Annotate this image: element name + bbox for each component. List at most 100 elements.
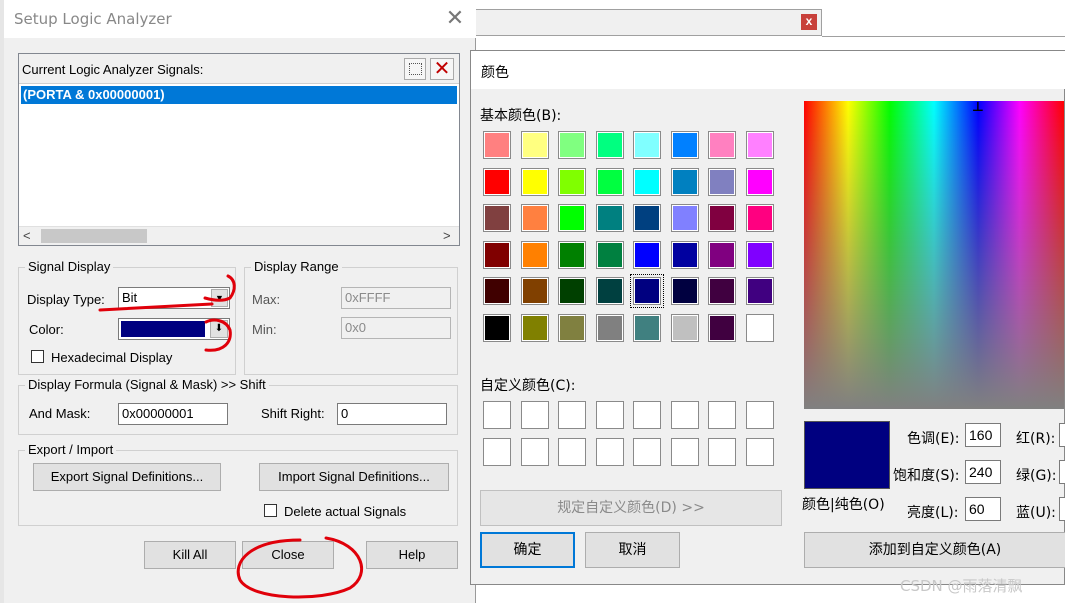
setup-close-icon[interactable]: ✕	[444, 7, 466, 30]
color-picker-field[interactable]: ⬇	[118, 318, 230, 340]
basic-color-swatch[interactable]	[745, 313, 774, 342]
import-signals-button[interactable]: Import Signal Definitions...	[259, 463, 449, 491]
and-mask-field[interactable]: 0x00000001	[118, 403, 228, 425]
basic-color-swatch[interactable]	[558, 131, 586, 159]
basic-color-swatch[interactable]	[595, 277, 624, 305]
add-to-custom-colors-button[interactable]: 添加到自定义颜色(A)	[804, 532, 1065, 568]
basic-color-swatch[interactable]	[745, 131, 774, 159]
custom-color-swatch[interactable]	[520, 438, 549, 466]
basic-color-swatch[interactable]	[483, 167, 511, 196]
basic-color-swatch[interactable]	[520, 131, 549, 159]
custom-color-swatch[interactable]	[595, 401, 624, 429]
custom-color-swatch[interactable]	[483, 401, 511, 429]
signal-list-item[interactable]: (PORTA & 0x00000001)	[21, 86, 457, 104]
basic-color-swatch[interactable]	[745, 204, 774, 232]
basic-color-swatch[interactable]	[483, 313, 511, 342]
basic-color-swatch[interactable]	[520, 313, 549, 342]
custom-color-swatch[interactable]	[708, 438, 736, 466]
delete-signals-checkbox[interactable]	[264, 504, 277, 517]
basic-color-swatch[interactable]	[595, 204, 624, 232]
basic-color-swatch[interactable]	[745, 277, 774, 305]
blue-field[interactable]	[1059, 497, 1065, 521]
scrollbar-thumb[interactable]	[41, 229, 147, 243]
custom-color-swatch[interactable]	[745, 401, 774, 429]
basic-color-swatch[interactable]	[558, 277, 586, 305]
custom-color-swatch[interactable]	[595, 438, 624, 466]
kill-all-button[interactable]: Kill All	[144, 541, 236, 569]
color-dropdown-icon[interactable]: ⬇	[210, 320, 228, 338]
basic-color-swatch[interactable]	[558, 313, 586, 342]
hue-field[interactable]: 160	[965, 423, 1001, 447]
define-custom-colors-button[interactable]: 规定自定义颜色(D) >>	[480, 490, 782, 526]
basic-color-swatch[interactable]	[520, 167, 549, 196]
custom-color-swatch[interactable]	[483, 438, 511, 466]
basic-color-swatch[interactable]	[708, 277, 736, 305]
basic-color-swatch[interactable]	[520, 204, 549, 232]
basic-color-swatch[interactable]	[558, 240, 586, 269]
basic-color-swatch[interactable]	[595, 240, 624, 269]
display-type-select[interactable]: Bit ▼	[118, 287, 230, 309]
help-button[interactable]: Help	[366, 541, 458, 569]
ok-button[interactable]: 确定	[480, 532, 575, 568]
basic-color-swatch[interactable]	[708, 131, 736, 159]
basic-color-swatch[interactable]	[670, 204, 699, 232]
export-signals-button[interactable]: Export Signal Definitions...	[33, 463, 221, 491]
custom-color-swatch[interactable]	[558, 401, 586, 429]
custom-color-swatch[interactable]	[670, 438, 699, 466]
basic-color-swatch[interactable]	[745, 167, 774, 196]
basic-color-swatch[interactable]	[595, 167, 624, 196]
basic-color-swatch[interactable]	[520, 277, 549, 305]
background-window-close-button[interactable]: x	[801, 14, 817, 30]
basic-color-swatch[interactable]	[595, 131, 624, 159]
basic-color-swatch[interactable]	[745, 240, 774, 269]
basic-color-swatch[interactable]	[670, 313, 699, 342]
color-spectrum[interactable]	[804, 101, 1064, 409]
basic-color-swatch[interactable]	[483, 204, 511, 232]
custom-color-swatch[interactable]	[633, 438, 661, 466]
basic-color-swatch[interactable]	[483, 131, 511, 159]
basic-color-swatch[interactable]	[633, 313, 661, 342]
scroll-left-icon[interactable]: <	[23, 228, 31, 243]
delete-signal-icon[interactable]: ✕	[430, 58, 454, 80]
max-field[interactable]: 0xFFFF	[341, 287, 451, 309]
scroll-right-icon[interactable]: >	[443, 228, 451, 243]
basic-color-swatch[interactable]	[633, 131, 661, 159]
basic-color-swatch[interactable]	[520, 240, 549, 269]
custom-color-swatch[interactable]	[670, 401, 699, 429]
min-field[interactable]: 0x0	[341, 317, 451, 339]
custom-color-swatch[interactable]	[558, 438, 586, 466]
horizontal-scrollbar[interactable]: < >	[19, 226, 459, 245]
cancel-button[interactable]: 取消	[585, 532, 680, 568]
basic-color-swatch[interactable]	[633, 167, 661, 196]
custom-color-swatch[interactable]	[745, 438, 774, 466]
basic-color-swatch[interactable]	[483, 277, 511, 305]
spectrum-crosshair-icon[interactable]: ⊥	[968, 100, 988, 115]
basic-color-swatch[interactable]	[558, 204, 586, 232]
red-field[interactable]	[1059, 423, 1065, 447]
signals-list[interactable]: Current Logic Analyzer Signals: ✕ (PORTA…	[18, 53, 460, 246]
green-field[interactable]	[1059, 460, 1065, 484]
new-signal-icon[interactable]	[404, 58, 426, 80]
basic-color-swatch[interactable]	[708, 167, 736, 196]
custom-color-swatch[interactable]	[708, 401, 736, 429]
custom-color-swatch[interactable]	[520, 401, 549, 429]
basic-color-swatch[interactable]	[670, 131, 699, 159]
hexadecimal-checkbox[interactable]	[31, 350, 44, 363]
basic-color-swatch[interactable]	[558, 167, 586, 196]
basic-color-swatch[interactable]	[670, 240, 699, 269]
close-button[interactable]: Close	[242, 541, 334, 569]
basic-color-swatch[interactable]	[708, 204, 736, 232]
basic-color-swatch[interactable]	[670, 167, 699, 196]
basic-color-swatch[interactable]	[708, 313, 736, 342]
chevron-down-icon[interactable]: ▼	[211, 289, 228, 307]
basic-color-swatch[interactable]	[630, 274, 664, 308]
shift-right-field[interactable]: 0	[337, 403, 447, 425]
basic-color-swatch[interactable]	[670, 277, 699, 305]
basic-color-swatch[interactable]	[633, 240, 661, 269]
custom-color-swatch[interactable]	[633, 401, 661, 429]
basic-color-swatch[interactable]	[595, 313, 624, 342]
basic-color-swatch[interactable]	[483, 240, 511, 269]
saturation-field[interactable]: 240	[965, 460, 1001, 484]
luminance-field[interactable]: 60	[965, 497, 1001, 521]
basic-color-swatch[interactable]	[708, 240, 736, 269]
